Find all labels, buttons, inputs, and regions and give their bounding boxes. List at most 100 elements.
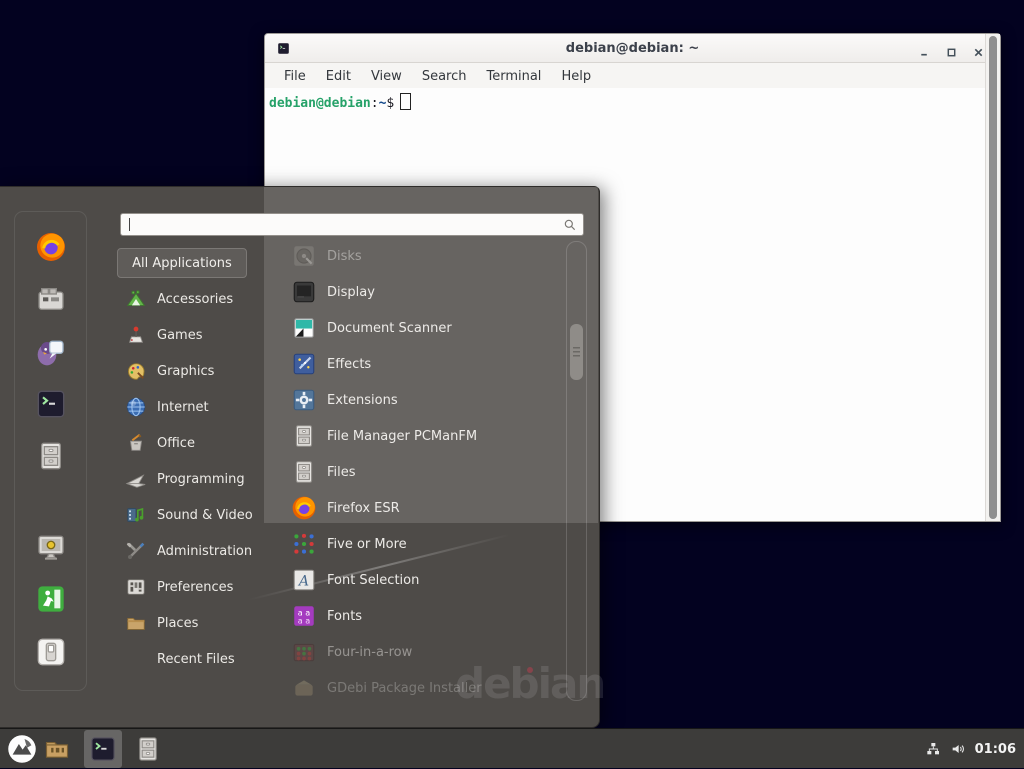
category-preferences[interactable]: Preferences bbox=[117, 569, 277, 605]
all-applications-button[interactable]: All Applications bbox=[117, 248, 247, 278]
font-selection-icon: A bbox=[291, 567, 317, 593]
category-programming[interactable]: Programming bbox=[117, 461, 277, 497]
app-label: Font Selection bbox=[327, 573, 419, 588]
file-manager-launcher[interactable] bbox=[38, 730, 76, 768]
app-file-manager-pcmanfm[interactable]: File Manager PCManFM bbox=[285, 418, 563, 454]
app-extensions[interactable]: Extensions bbox=[285, 382, 563, 418]
logout-favorite[interactable] bbox=[35, 583, 67, 615]
terminal-favorite[interactable] bbox=[35, 388, 67, 420]
category-label: Graphics bbox=[157, 364, 214, 379]
terminal-icon bbox=[89, 735, 117, 763]
category-sound-video[interactable]: Sound & Video bbox=[117, 497, 277, 533]
app-five-or-more[interactable]: Five or More bbox=[285, 526, 563, 562]
file-manager-favorite[interactable] bbox=[35, 440, 67, 472]
office-icon bbox=[125, 432, 147, 454]
category-label: Recent Files bbox=[157, 652, 235, 667]
firefox-favorite[interactable] bbox=[35, 231, 67, 263]
terminal-icon bbox=[35, 388, 67, 420]
internet-icon bbox=[125, 396, 147, 418]
close-button[interactable] bbox=[973, 43, 984, 54]
app-four-in-a-row[interactable]: Four-in-a-row bbox=[285, 634, 563, 670]
files-launcher[interactable] bbox=[129, 730, 167, 768]
screensaver-favorite[interactable] bbox=[35, 531, 67, 563]
disks-icon bbox=[291, 243, 317, 269]
app-fonts[interactable]: a aa a Fonts bbox=[285, 598, 563, 634]
network-icon[interactable] bbox=[925, 741, 941, 757]
application-list: Disks Display Document ScannerEffectsExten… bbox=[285, 238, 563, 706]
menu-scrollbar[interactable] bbox=[566, 241, 587, 701]
package-manager-favorite[interactable] bbox=[35, 284, 67, 316]
category-spacer bbox=[125, 648, 147, 670]
app-gdebi-package-installer[interactable]: GDebi Package Installer bbox=[285, 670, 563, 706]
category-label: Sound & Video bbox=[157, 508, 253, 523]
app-label: Files bbox=[327, 465, 356, 480]
accessories-icon bbox=[125, 288, 147, 310]
category-accessories[interactable]: Accessories bbox=[117, 281, 277, 317]
category-label: Administration bbox=[157, 544, 252, 559]
window-buttons bbox=[919, 43, 1000, 54]
fonts-icon: a aa a bbox=[291, 603, 317, 629]
volume-icon[interactable] bbox=[950, 741, 966, 757]
svg-text:a a: a a bbox=[298, 616, 311, 626]
programming-icon bbox=[125, 468, 147, 490]
app-display[interactable]: Display bbox=[285, 274, 563, 310]
clock[interactable]: 01:06 bbox=[975, 742, 1016, 757]
file-manager-icon bbox=[291, 423, 317, 449]
system-tray: 01:06 bbox=[925, 729, 1016, 769]
app-label: Disks bbox=[327, 249, 362, 264]
taskbar: 01:06 bbox=[0, 728, 1024, 768]
terminal-menubar: FileEditViewSearchTerminalHelp bbox=[265, 63, 1000, 89]
four-in-a-row-icon bbox=[291, 639, 317, 665]
terminal-cursor bbox=[400, 93, 411, 110]
category-recent-files[interactable]: Recent Files bbox=[117, 641, 277, 677]
app-firefox-esr[interactable]: Firefox ESR bbox=[285, 490, 563, 526]
search-input[interactable] bbox=[121, 217, 563, 232]
app-disks[interactable]: Disks bbox=[285, 238, 563, 274]
app-font-selection[interactable]: A Font Selection bbox=[285, 562, 563, 598]
cabinet-icon bbox=[35, 440, 67, 472]
places-icon bbox=[125, 612, 147, 634]
display-icon bbox=[291, 279, 317, 305]
app-document-scanner[interactable]: Document Scanner bbox=[285, 310, 563, 346]
terminal-menu-search[interactable]: Search bbox=[412, 69, 477, 84]
app-files[interactable]: Files bbox=[285, 454, 563, 490]
menu-scrollbar-thumb[interactable] bbox=[570, 324, 583, 380]
messenger-favorite[interactable] bbox=[35, 336, 67, 368]
category-administration[interactable]: Administration bbox=[117, 533, 277, 569]
terminal-menu-view[interactable]: View bbox=[361, 69, 412, 84]
menu-button[interactable] bbox=[3, 730, 41, 768]
svg-text:A: A bbox=[297, 573, 309, 589]
category-graphics[interactable]: Graphics bbox=[117, 353, 277, 389]
category-internet[interactable]: Internet bbox=[117, 389, 277, 425]
category-office[interactable]: Office bbox=[117, 425, 277, 461]
package-manager-icon bbox=[35, 284, 67, 316]
prompt-user-host: debian@debian bbox=[269, 96, 371, 111]
terminal-menu-edit[interactable]: Edit bbox=[316, 69, 361, 84]
app-label: Five or More bbox=[327, 537, 407, 552]
app-label: Display bbox=[327, 285, 375, 300]
category-label: Programming bbox=[157, 472, 245, 487]
category-places[interactable]: Places bbox=[117, 605, 277, 641]
terminal-titlebar[interactable]: debian@debian: ~ bbox=[265, 34, 1000, 63]
prompt-dollar: $ bbox=[386, 96, 394, 111]
terminal-scrollbar-thumb[interactable] bbox=[989, 36, 997, 519]
games-icon bbox=[125, 324, 147, 346]
firefox-icon bbox=[291, 495, 317, 521]
prompt-colon: : bbox=[371, 96, 379, 111]
terminal-menu-file[interactable]: File bbox=[274, 69, 316, 84]
firefox-icon bbox=[35, 231, 67, 263]
terminal-menu-help[interactable]: Help bbox=[551, 69, 601, 84]
terminal-scrollbar[interactable] bbox=[985, 34, 1000, 521]
app-label: GDebi Package Installer bbox=[327, 681, 482, 696]
terminal-menu-terminal[interactable]: Terminal bbox=[476, 69, 551, 84]
search-icon[interactable] bbox=[563, 218, 577, 232]
category-games[interactable]: Games bbox=[117, 317, 277, 353]
messenger-icon bbox=[35, 336, 67, 368]
minimize-button[interactable] bbox=[919, 43, 930, 54]
maximize-button[interactable] bbox=[946, 43, 957, 54]
terminal-launcher[interactable] bbox=[84, 730, 122, 768]
shutdown-favorite[interactable] bbox=[35, 636, 67, 668]
administration-icon bbox=[125, 540, 147, 562]
app-label: Fonts bbox=[327, 609, 362, 624]
app-effects[interactable]: Effects bbox=[285, 346, 563, 382]
